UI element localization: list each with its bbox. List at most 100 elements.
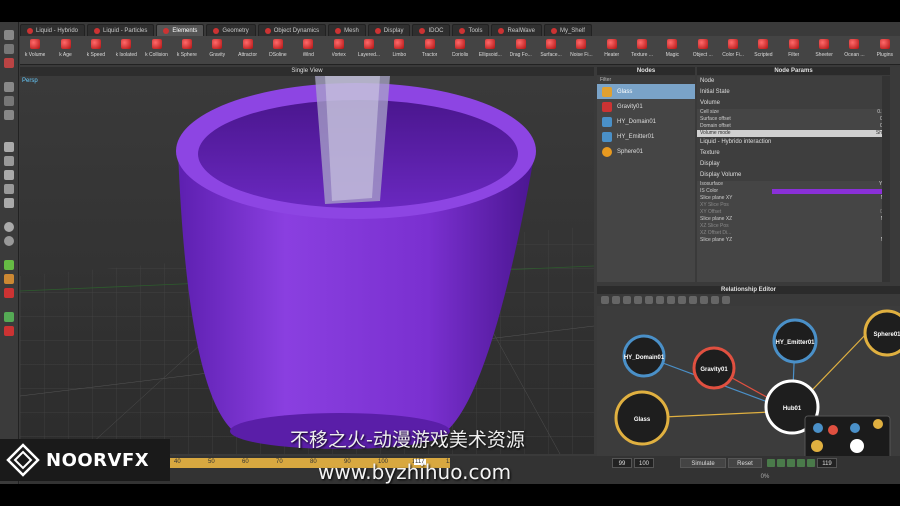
is-color-swatch[interactable] [772,189,887,194]
play-back-icon[interactable] [767,459,775,467]
shelf-tool-26[interactable]: Sheeter [809,36,839,64]
param-row[interactable]: Volume [697,98,890,109]
play-icon[interactable] [787,459,795,467]
param-row[interactable]: Slice plane XZNo [697,216,890,223]
link-tool-icon[interactable] [4,96,14,106]
shelf-tool-22[interactable]: Object ... [688,36,718,64]
circle-tool-icon[interactable] [4,222,14,232]
shelf-tool-1[interactable]: k Age [50,36,80,64]
param-row[interactable]: Display Volume [697,170,890,181]
param-row[interactable]: XY Offset0.0 [697,209,890,216]
relationship-canvas[interactable]: HY_Domain01 Gravity01 HY_Emitter01 Spher… [597,306,900,474]
move-tool-icon[interactable] [4,44,14,54]
check-tool-icon[interactable] [4,260,14,270]
shelf-tool-25[interactable]: Filter [779,36,809,64]
shelf-tool-12[interactable]: Limbo [384,36,414,64]
shelf-tool-6[interactable]: Gravity [202,36,232,64]
node-item[interactable]: Glass [597,84,695,99]
grid-tool-icon[interactable] [4,184,14,194]
shelf-tool-0[interactable]: k Volume [20,36,50,64]
rel-tool-icon[interactable] [634,296,642,304]
shelf-tool-13[interactable]: Tractor [414,36,444,64]
shelf-tool-20[interactable]: Texture ... [627,36,657,64]
shelf-tool-3[interactable]: k Isolated [111,36,141,64]
node-item[interactable]: Gravity01 [597,99,695,114]
param-row[interactable]: XY Slice Pos [697,202,890,209]
shelf-tool-17[interactable]: Surface... [536,36,566,64]
shelf-tool-19[interactable]: Heater [597,36,627,64]
rel-tool-icon[interactable] [667,296,675,304]
rel-tool-icon[interactable] [623,296,631,304]
shelf-tool-8[interactable]: DSoline [263,36,293,64]
param-row[interactable]: Liquid - Hybrido interaction [697,137,890,148]
param-row[interactable]: Volume modeShell [697,130,890,137]
rel-node-sphere[interactable]: Sphere01 [863,309,900,357]
param-row[interactable]: Texture [697,148,890,159]
params-scrollbar[interactable] [882,76,890,282]
step-forward-icon[interactable] [797,459,805,467]
param-row[interactable]: Initial State [697,87,890,98]
current-frame-field[interactable]: 119 [817,458,837,468]
shelf-tool-2[interactable]: k Speed [81,36,111,64]
node-item[interactable]: Sphere01 [597,144,695,159]
record-tool-icon[interactable] [4,326,14,336]
shape-tool-icon[interactable] [4,156,14,166]
shelf-tool-18[interactable]: Noise Fi... [566,36,596,64]
alert-tool-icon[interactable] [4,288,14,298]
end-frame-field[interactable]: 100 [634,458,654,468]
rel-tool-icon[interactable] [601,296,609,304]
shelf-tool-27[interactable]: Ocean ... [839,36,869,64]
rel-node-glass[interactable]: Glass [614,390,670,446]
select-tool-icon[interactable] [4,30,14,40]
node-type-palette[interactable] [804,415,891,462]
rel-tool-icon[interactable] [700,296,708,304]
shelf-tool-23[interactable]: Color Fi... [718,36,748,64]
rotate-tool-icon[interactable] [4,58,14,68]
nodes-filter[interactable]: Filter [597,76,695,84]
sphere-tool-icon[interactable] [4,198,14,208]
camera-tool-icon[interactable] [4,110,14,120]
node-item[interactable]: HY_Emitter01 [597,129,695,144]
node-item[interactable]: HY_Domain01 [597,114,695,129]
shelf-tool-28[interactable]: Plugins [870,36,900,64]
rel-tool-icon[interactable] [722,296,730,304]
shelf-tool-4[interactable]: k Collision [141,36,171,64]
step-back-icon[interactable] [777,459,785,467]
shelf-tool-5[interactable]: k Sphere [172,36,202,64]
shelf-tool-11[interactable]: Layered... [354,36,384,64]
param-row[interactable]: Slice plane XYNo [697,195,890,202]
export-tool-icon[interactable] [4,312,14,322]
play-forward-icon[interactable] [807,459,815,467]
shelf-tool-10[interactable]: Vortex [323,36,353,64]
rel-node-gravity[interactable]: Gravity01 [692,346,736,390]
param-row[interactable]: Display [697,159,890,170]
param-row[interactable]: IsosurfaceYes [697,181,890,188]
rel-tool-icon[interactable] [612,296,620,304]
rel-tool-icon[interactable] [689,296,697,304]
cube-tool-icon[interactable] [4,142,14,152]
rel-node-hy-emitter[interactable]: HY_Emitter01 [772,318,818,364]
shelf-tool-24[interactable]: Scripted [748,36,778,64]
rel-tool-icon[interactable] [711,296,719,304]
disc-tool-icon[interactable] [4,236,14,246]
scale-tool-icon[interactable] [4,82,14,92]
rel-node-hy-domain[interactable]: HY_Domain01 [622,334,666,378]
rel-tool-icon[interactable] [678,296,686,304]
start-frame-field[interactable]: 99 [612,458,632,468]
rel-tool-icon[interactable] [645,296,653,304]
shelf-tool-16[interactable]: Drag Fo... [506,36,536,64]
shelf-tool-21[interactable]: Magic [657,36,687,64]
param-row[interactable]: Domain offset0.0 [697,123,890,130]
reset-button[interactable]: Reset [728,458,762,468]
mesh-tool-icon[interactable] [4,170,14,180]
param-row[interactable]: Cell size0.15 [697,109,890,116]
shelf-tool-14[interactable]: Coriolis [445,36,475,64]
param-row[interactable]: Node [697,76,890,87]
3d-viewport[interactable]: Persp [20,76,594,454]
shelf-tool-7[interactable]: Attractor [232,36,262,64]
rel-tool-icon[interactable] [656,296,664,304]
wrench-tool-icon[interactable] [4,274,14,284]
shelf-tool-15[interactable]: Ellipsoid... [475,36,505,64]
param-row[interactable]: Surface offset0.0 [697,116,890,123]
shelf-tool-9[interactable]: Wind [293,36,323,64]
